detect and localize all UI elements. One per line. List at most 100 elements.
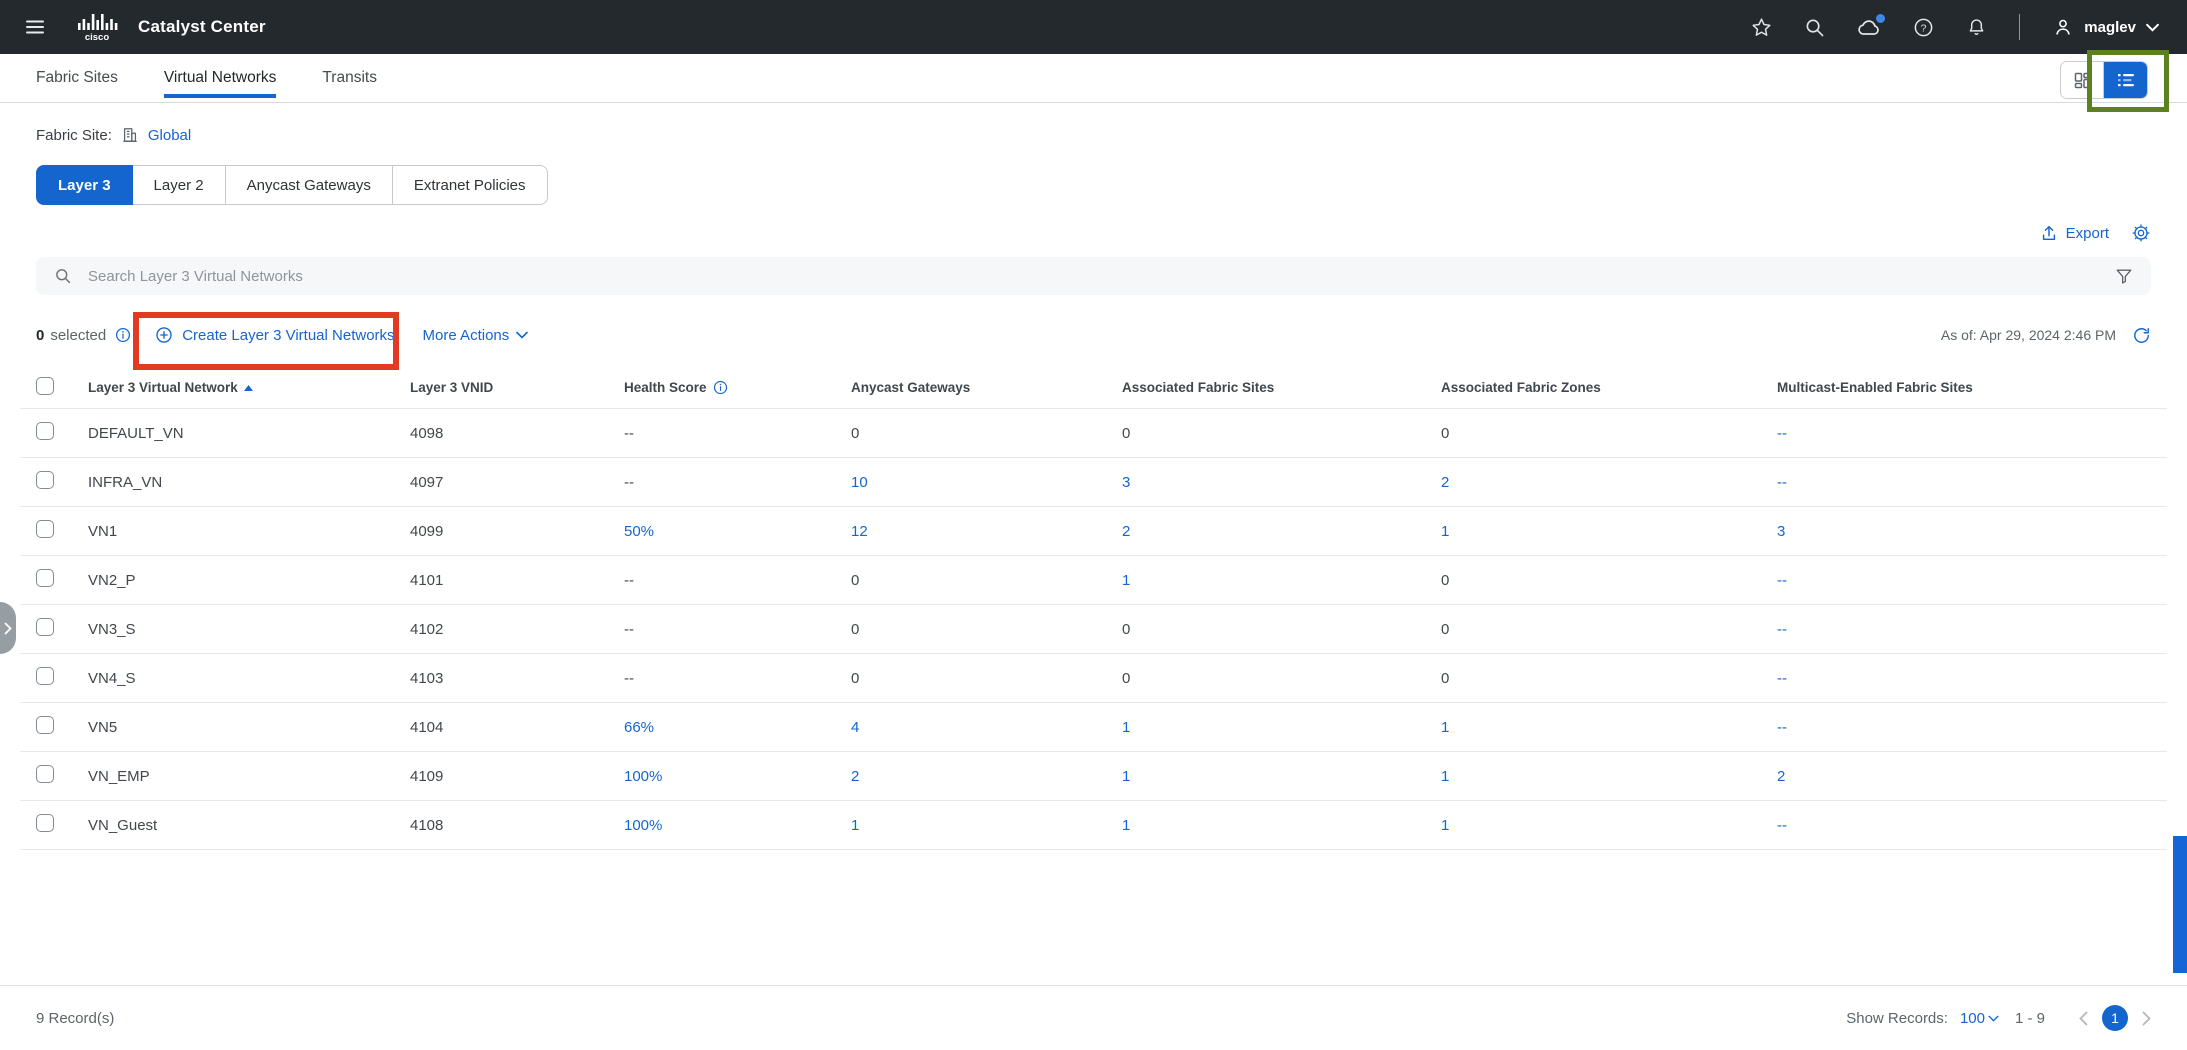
cloud-icon[interactable]	[1857, 17, 1881, 38]
cell-associated-fabric-zones[interactable]: 1	[1421, 703, 1757, 752]
row-checkbox[interactable]	[36, 814, 54, 832]
refresh-icon[interactable]	[2132, 326, 2151, 345]
page-number-button[interactable]: 1	[2102, 1005, 2128, 1031]
row-checkbox[interactable]	[36, 422, 54, 440]
cell-health-score[interactable]: 100%	[604, 752, 831, 801]
cell-associated-fabric-zones[interactable]: 1	[1421, 752, 1757, 801]
user-menu[interactable]: maglev	[2052, 16, 2159, 38]
cloud-status-dot	[1876, 14, 1885, 23]
tab-transits[interactable]: Transits	[322, 54, 377, 102]
table-row: VN4_S 4103 -- 0 0 0 --	[20, 654, 2167, 703]
row-checkbox[interactable]	[36, 520, 54, 538]
cell-associated-fabric-sites: 0	[1102, 654, 1421, 703]
bell-icon[interactable]	[1966, 17, 1987, 38]
cell-associated-fabric-zones[interactable]: 2	[1421, 458, 1757, 507]
cell-associated-fabric-sites[interactable]: 1	[1102, 801, 1421, 850]
cell-health-score[interactable]: 66%	[604, 703, 831, 752]
cell-multicast-fabric-sites[interactable]: --	[1757, 458, 2167, 507]
fabric-site-global-link[interactable]: Global	[148, 127, 191, 144]
cell-virtual-network: VN3_S	[68, 605, 390, 654]
search-input[interactable]	[86, 267, 2115, 286]
cell-associated-fabric-sites[interactable]: 1	[1102, 752, 1421, 801]
cell-health-score[interactable]: 100%	[604, 801, 831, 850]
page-size-select[interactable]: 100	[1960, 1010, 1999, 1027]
cell-multicast-fabric-sites[interactable]: 2	[1757, 752, 2167, 801]
cell-anycast-gateways[interactable]: 4	[831, 703, 1102, 752]
cell-virtual-network: VN_Guest	[68, 801, 390, 850]
tab-fabric-sites[interactable]: Fabric Sites	[36, 54, 118, 102]
create-layer3-vn-button[interactable]: Create Layer 3 Virtual Networks	[155, 326, 394, 344]
cell-virtual-network: VN5	[68, 703, 390, 752]
next-page-button[interactable]	[2142, 1011, 2151, 1026]
cell-virtual-network: VN4_S	[68, 654, 390, 703]
cell-anycast-gateways[interactable]: 10	[831, 458, 1102, 507]
row-checkbox[interactable]	[36, 569, 54, 587]
cell-multicast-fabric-sites[interactable]: 3	[1757, 507, 2167, 556]
cell-multicast-fabric-sites[interactable]: --	[1757, 605, 2167, 654]
segment-layer-2[interactable]: Layer 2	[132, 165, 226, 205]
export-upload-icon	[2040, 224, 2058, 242]
prev-page-button[interactable]	[2079, 1011, 2088, 1026]
cell-associated-fabric-zones[interactable]: 1	[1421, 507, 1757, 556]
row-checkbox[interactable]	[36, 667, 54, 685]
select-all-checkbox[interactable]	[36, 377, 54, 395]
row-checkbox[interactable]	[36, 716, 54, 734]
row-checkbox[interactable]	[36, 765, 54, 783]
selected-info-icon[interactable]	[115, 327, 131, 343]
row-checkbox[interactable]	[36, 471, 54, 489]
vertical-scrollbar-thumb[interactable]	[2173, 836, 2187, 973]
column-header-associated-fabric-sites[interactable]: Associated Fabric Sites	[1102, 366, 1421, 409]
cell-anycast-gateways[interactable]: 2	[831, 752, 1102, 801]
segment-anycast-gateways[interactable]: Anycast Gateways	[225, 165, 393, 205]
cell-anycast-gateways[interactable]: 1	[831, 801, 1102, 850]
segment-layer-3[interactable]: Layer 3	[36, 165, 133, 205]
cell-virtual-network: DEFAULT_VN	[68, 409, 390, 458]
show-records-label: Show Records:	[1846, 1010, 1948, 1027]
table-row: VN3_S 4102 -- 0 0 0 --	[20, 605, 2167, 654]
column-header-health-score[interactable]: Health Score	[604, 366, 831, 409]
row-checkbox-cell	[20, 507, 68, 556]
sort-asc-icon	[244, 385, 253, 391]
segment-extranet-policies[interactable]: Extranet Policies	[392, 165, 548, 205]
cell-multicast-fabric-sites[interactable]: --	[1757, 703, 2167, 752]
selected-label: selected	[50, 327, 106, 344]
table-row: VN1 4099 50% 12 2 1 3	[20, 507, 2167, 556]
search-icon[interactable]	[1804, 17, 1825, 38]
star-icon[interactable]	[1751, 17, 1772, 38]
cell-vnid: 4097	[390, 458, 604, 507]
filter-funnel-icon[interactable]	[2115, 267, 2133, 285]
cell-multicast-fabric-sites[interactable]: --	[1757, 556, 2167, 605]
cell-associated-fabric-sites[interactable]: 3	[1102, 458, 1421, 507]
panel-expand-handle[interactable]	[0, 602, 16, 654]
chevron-down-icon	[516, 331, 528, 339]
cell-anycast-gateways[interactable]: 12	[831, 507, 1102, 556]
more-actions-button[interactable]: More Actions	[423, 327, 529, 344]
gear-icon[interactable]	[2131, 223, 2151, 243]
help-icon[interactable]: ?	[1913, 17, 1934, 38]
cell-associated-fabric-zones[interactable]: 1	[1421, 801, 1757, 850]
column-header-multicast-fabric-sites[interactable]: Multicast-Enabled Fabric Sites	[1757, 366, 2167, 409]
cell-health-score: --	[604, 458, 831, 507]
cell-multicast-fabric-sites[interactable]: --	[1757, 801, 2167, 850]
cell-multicast-fabric-sites[interactable]: --	[1757, 409, 2167, 458]
cell-associated-fabric-sites[interactable]: 2	[1102, 507, 1421, 556]
grid-view-button[interactable]	[2061, 62, 2104, 98]
cell-associated-fabric-sites[interactable]: 1	[1102, 556, 1421, 605]
cell-multicast-fabric-sites[interactable]: --	[1757, 654, 2167, 703]
list-view-button[interactable]	[2104, 62, 2147, 98]
plus-circle-icon	[155, 326, 173, 344]
column-header-virtual-network[interactable]: Layer 3 Virtual Network	[68, 366, 390, 409]
cell-vnid: 4104	[390, 703, 604, 752]
app-header: cisco Catalyst Center ? maglev	[0, 0, 2187, 54]
tab-virtual-networks[interactable]: Virtual Networks	[164, 54, 277, 102]
column-header-associated-fabric-zones[interactable]: Associated Fabric Zones	[1421, 366, 1757, 409]
column-header-vnid[interactable]: Layer 3 VNID	[390, 366, 604, 409]
cell-associated-fabric-sites[interactable]: 1	[1102, 703, 1421, 752]
row-checkbox[interactable]	[36, 618, 54, 636]
health-score-info-icon[interactable]	[713, 380, 728, 395]
export-button[interactable]: Export	[2040, 224, 2109, 242]
cell-health-score[interactable]: 50%	[604, 507, 831, 556]
column-header-anycast-gateways[interactable]: Anycast Gateways	[831, 366, 1102, 409]
menu-icon[interactable]	[24, 16, 46, 38]
layer-segmented-control: Layer 3 Layer 2 Anycast Gateways Extrane…	[36, 165, 2151, 205]
